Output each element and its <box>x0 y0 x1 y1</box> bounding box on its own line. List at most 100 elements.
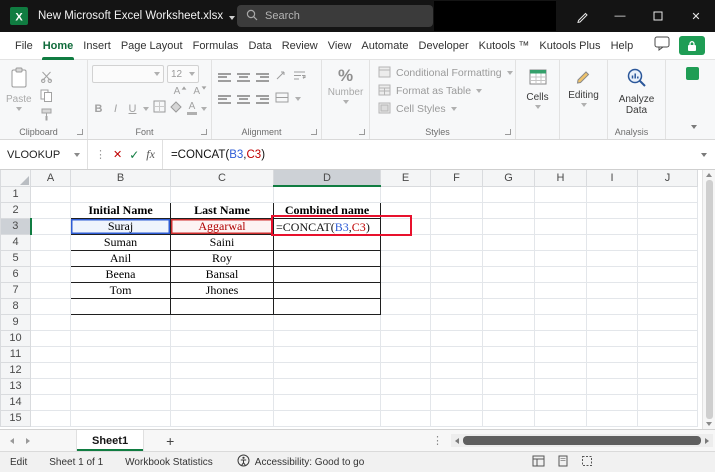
column-header-E[interactable]: E <box>380 170 431 187</box>
cell-A5[interactable] <box>30 249 71 267</box>
cell-H3[interactable] <box>534 217 587 235</box>
font-dialog-launcher[interactable] <box>201 129 207 135</box>
underline-button[interactable]: U <box>126 103 139 115</box>
formula-input[interactable]: =CONCAT(B3,C3) <box>163 140 693 169</box>
cell-F8[interactable] <box>430 297 483 315</box>
cell-C2[interactable]: Last Name <box>170 201 274 219</box>
fill-color-icon[interactable] <box>170 100 183 118</box>
cell-A9[interactable] <box>30 313 71 331</box>
cancel-formula-icon[interactable]: ✕ <box>113 148 122 161</box>
cell-D1[interactable] <box>273 185 381 203</box>
cell-D14[interactable] <box>273 393 381 411</box>
cell-J1[interactable] <box>637 185 698 203</box>
cell-G13[interactable] <box>482 377 535 395</box>
cell-C13[interactable] <box>170 377 274 395</box>
cell-E14[interactable] <box>380 393 431 411</box>
cell-D10[interactable] <box>273 329 381 347</box>
cell-G4[interactable] <box>482 233 535 251</box>
cut-icon[interactable] <box>38 68 56 84</box>
cell-J4[interactable] <box>637 233 698 251</box>
cell-B8[interactable] <box>70 297 171 315</box>
cell-C1[interactable] <box>170 185 274 203</box>
cell-H9[interactable] <box>534 313 587 331</box>
cell-H13[interactable] <box>534 377 587 395</box>
row-header-1[interactable]: 1 <box>0 185 31 203</box>
share-button[interactable] <box>679 36 705 55</box>
cell-B3[interactable]: Suraj <box>70 217 171 235</box>
cell-J12[interactable] <box>637 361 698 379</box>
formula-bar-handle[interactable]: ⋮ <box>95 148 106 161</box>
accessibility-status[interactable]: Accessibility: Good to go <box>237 454 364 470</box>
cell-G14[interactable] <box>482 393 535 411</box>
align-left-icon[interactable] <box>218 94 231 104</box>
tab-formulas[interactable]: Formulas <box>188 32 244 60</box>
cell-F2[interactable] <box>430 201 483 219</box>
format-as-table-button[interactable]: Format as Table <box>370 82 515 100</box>
cell-B10[interactable] <box>70 329 171 347</box>
cell-F14[interactable] <box>430 393 483 411</box>
cell-J13[interactable] <box>637 377 698 395</box>
cell-E9[interactable] <box>380 313 431 331</box>
cell-I11[interactable] <box>586 345 638 363</box>
column-header-B[interactable]: B <box>70 170 171 187</box>
tab-data[interactable]: Data <box>243 32 276 60</box>
cell-H10[interactable] <box>534 329 587 347</box>
cell-B14[interactable] <box>70 393 171 411</box>
tab-home[interactable]: Home <box>38 32 79 60</box>
row-header-2[interactable]: 2 <box>0 201 31 219</box>
cell-B13[interactable] <box>70 377 171 395</box>
cell-F10[interactable] <box>430 329 483 347</box>
cell-J10[interactable] <box>637 329 698 347</box>
clipboard-dialog-launcher[interactable] <box>77 129 83 135</box>
cell-A2[interactable] <box>30 201 71 219</box>
cell-D4[interactable] <box>273 233 381 251</box>
alignment-dialog-launcher[interactable] <box>311 129 317 135</box>
cell-C14[interactable] <box>170 393 274 411</box>
add-sheet-button[interactable]: + <box>166 433 174 449</box>
cell-H11[interactable] <box>534 345 587 363</box>
title-chevron-icon[interactable] <box>229 7 236 25</box>
row-header-7[interactable]: 7 <box>0 281 31 299</box>
select-all-corner[interactable] <box>0 170 31 187</box>
horizontal-scrollbar[interactable] <box>451 434 713 447</box>
tab-automate[interactable]: Automate <box>356 32 413 60</box>
cell-H12[interactable] <box>534 361 587 379</box>
cell-F6[interactable] <box>430 265 483 283</box>
tab-developer[interactable]: Developer <box>414 32 474 60</box>
cell-C12[interactable] <box>170 361 274 379</box>
document-title[interactable]: New Microsoft Excel Worksheet.xlsx <box>38 10 223 22</box>
tab-review[interactable]: Review <box>277 32 323 60</box>
cell-C9[interactable] <box>170 313 274 331</box>
cell-F1[interactable] <box>430 185 483 203</box>
paste-button[interactable]: Paste <box>0 64 38 122</box>
cell-C8[interactable] <box>170 297 274 315</box>
cell-I5[interactable] <box>586 249 638 267</box>
column-header-C[interactable]: C <box>170 170 274 187</box>
cell-J15[interactable] <box>637 409 698 427</box>
cell-H5[interactable] <box>534 249 587 267</box>
row-header-5[interactable]: 5 <box>0 249 31 267</box>
cell-G2[interactable] <box>482 201 535 219</box>
cell-D3[interactable]: =CONCAT(B3,C3) <box>273 217 381 235</box>
cell-I4[interactable] <box>586 233 638 251</box>
cell-I6[interactable] <box>586 265 638 283</box>
cell-H2[interactable] <box>534 201 587 219</box>
tab-kutools-plus[interactable]: Kutools Plus <box>534 32 605 60</box>
cell-A1[interactable] <box>30 185 71 203</box>
cell-A8[interactable] <box>30 297 71 315</box>
cell-F11[interactable] <box>430 345 483 363</box>
cell-H15[interactable] <box>534 409 587 427</box>
cell-J7[interactable] <box>637 281 698 299</box>
cell-C10[interactable] <box>170 329 274 347</box>
cell-A13[interactable] <box>30 377 71 395</box>
orientation-icon[interactable] <box>275 68 287 86</box>
cell-B7[interactable]: Tom <box>70 281 171 299</box>
hscroll-right-icon[interactable] <box>705 437 709 444</box>
row-header-4[interactable]: 4 <box>0 233 31 251</box>
cell-I2[interactable] <box>586 201 638 219</box>
cell-I3[interactable] <box>586 217 638 235</box>
tab-view[interactable]: View <box>323 32 357 60</box>
cell-A11[interactable] <box>30 345 71 363</box>
cell-I1[interactable] <box>586 185 638 203</box>
row-header-13[interactable]: 13 <box>0 377 31 395</box>
